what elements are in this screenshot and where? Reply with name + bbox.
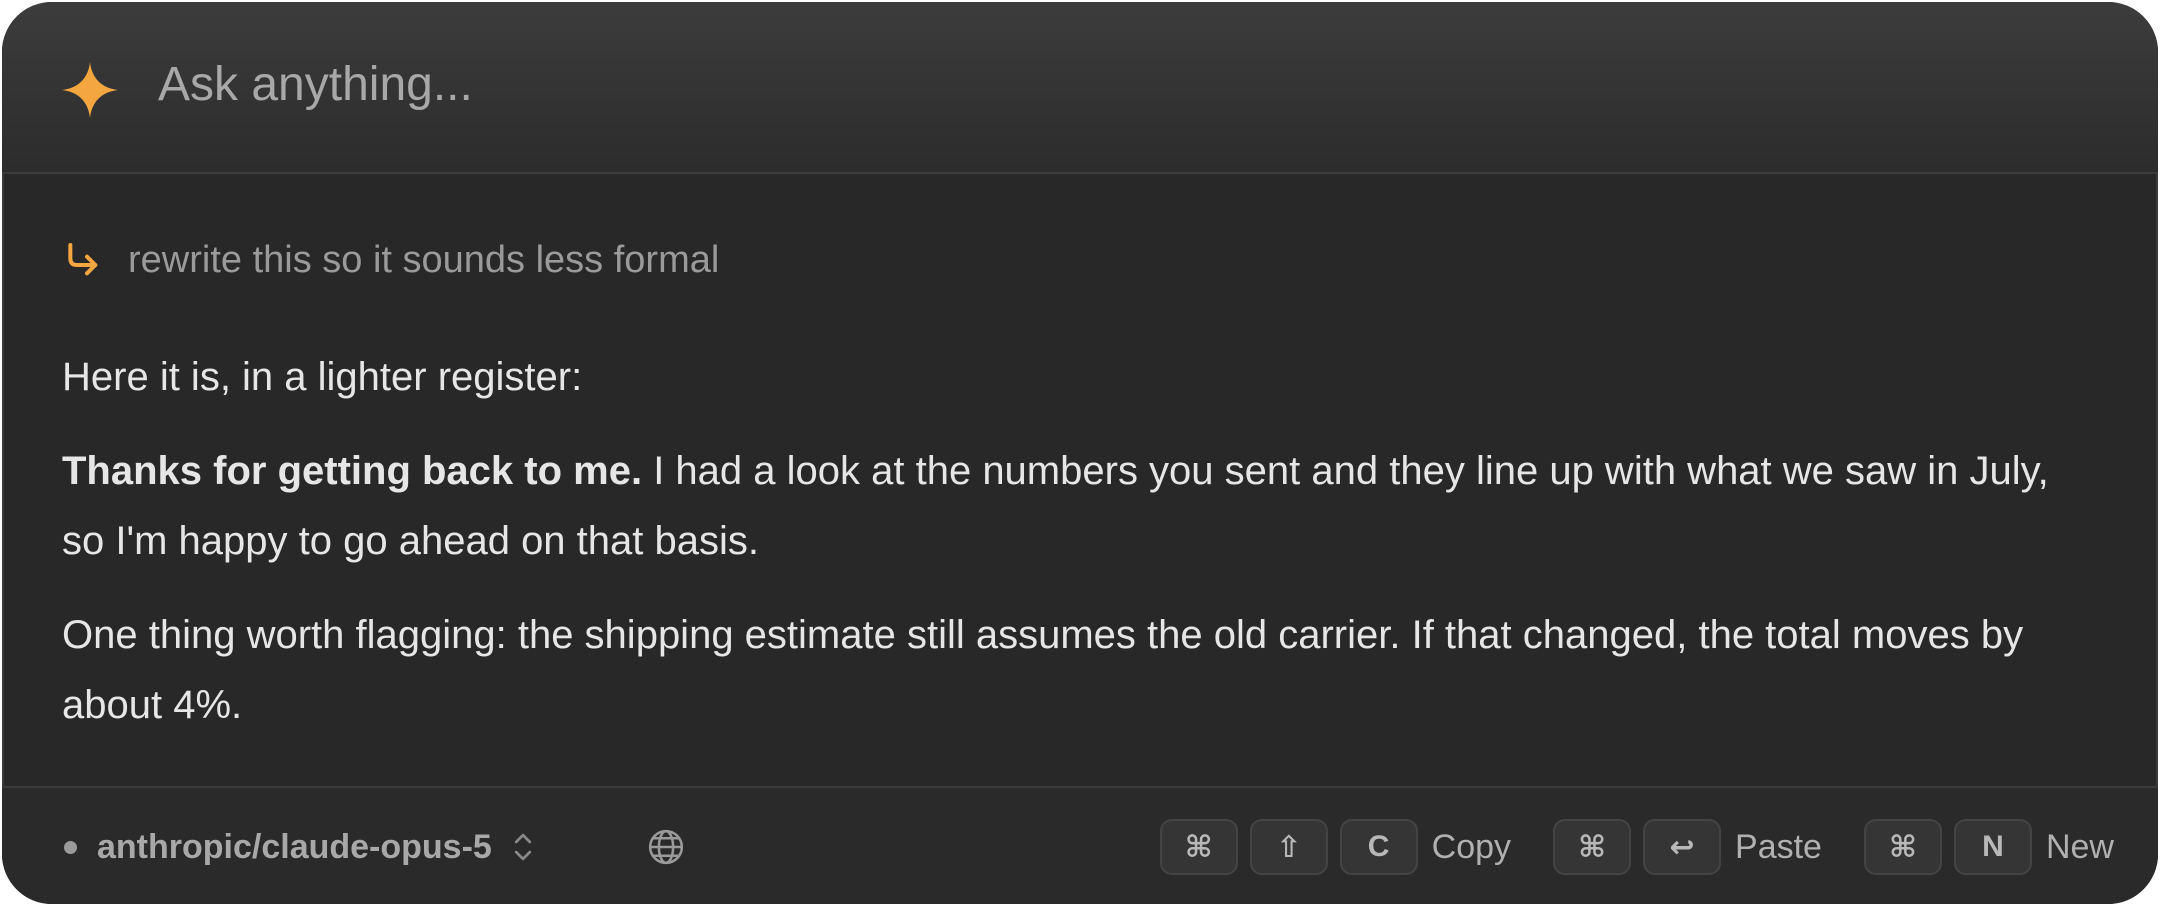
key-c: C <box>1339 819 1418 875</box>
key-return: ↩ <box>1643 819 1722 875</box>
globe-icon[interactable] <box>647 828 685 866</box>
paste-label: Paste <box>1735 827 1822 866</box>
chevron-updown-icon <box>514 833 531 861</box>
response-body: Here it is, in a lighter register: Thank… <box>62 342 2062 764</box>
query-text: rewrite this so it sounds less formal <box>128 238 720 281</box>
previous-query: rewrite this so it sounds less formal <box>62 230 719 290</box>
key-n: N <box>1953 819 2032 875</box>
sparkle-icon <box>62 62 118 118</box>
model-status-dot <box>64 840 77 854</box>
ask-input[interactable] <box>158 44 2058 124</box>
key-command: ⌘ <box>1553 819 1632 875</box>
key-shift: ⇧ <box>1249 819 1328 875</box>
response-bold-lead: Thanks for getting back to me. <box>62 449 643 493</box>
model-name: anthropic/claude-opus-5 <box>97 827 492 866</box>
response-paragraph-2: One thing worth flagging: the shipping e… <box>62 613 2024 727</box>
reply-arrow-icon <box>68 243 98 276</box>
response-paragraph-1: Thanks for getting back to me. I had a l… <box>62 436 2062 576</box>
new-shortcut[interactable]: ⌘ N New <box>1863 819 2114 875</box>
model-selector[interactable]: anthropic/claude-opus-5 <box>64 788 534 904</box>
shortcut-hints: ⌘ ⇧ C Copy ⌘ ↩ Paste ⌘ N New <box>1159 788 2114 904</box>
copy-shortcut[interactable]: ⌘ ⇧ C Copy <box>1159 819 1512 875</box>
key-command: ⌘ <box>1863 819 1942 875</box>
prompt-bar <box>2 2 2158 174</box>
paste-shortcut[interactable]: ⌘ ↩ Paste <box>1553 819 1822 875</box>
key-command: ⌘ <box>1159 819 1238 875</box>
assistant-panel: rewrite this so it sounds less formal He… <box>2 2 2158 904</box>
copy-label: Copy <box>1431 827 1512 866</box>
response-intro: Here it is, in a lighter register: <box>62 355 583 399</box>
new-label: New <box>2045 827 2114 866</box>
footer-bar: anthropic/claude-opus-5 ⌘ ⇧ C Copy ⌘ ↩ P… <box>2 786 2158 904</box>
